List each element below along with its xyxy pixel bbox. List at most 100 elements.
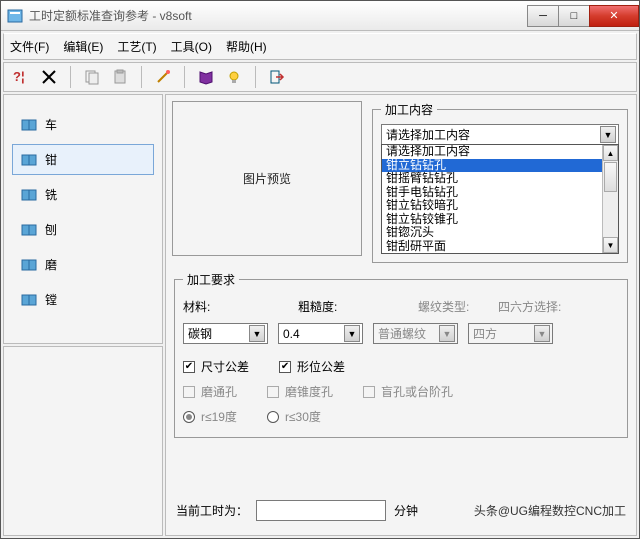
menu-tool[interactable]: 工具(O) [171,38,212,55]
list-item[interactable]: 钳锪沉头 [382,226,618,240]
nav-item-label: 磨 [45,256,57,273]
content-listbox[interactable]: 请选择加工内容钳立钻钻孔钳摇臂钻钻孔钳手电钻钻孔钳立钻铰暗孔钳立钻铰锥孔钳锪沉头… [381,144,619,254]
taper-hole-label: 磨锥度孔 [285,383,333,400]
book-icon [21,222,37,238]
wand-icon[interactable] [152,66,174,88]
square-combo: 四方 ▼ [468,323,553,344]
roughness-value: 0.4 [283,327,300,341]
content-fieldset: 加工内容 请选择加工内容 ▼ 请选择加工内容钳立钻钻孔钳摇臂钻钻孔钳手电钻钻孔钳… [372,101,628,263]
delete-icon[interactable] [38,66,60,88]
thread-combo: 普通螺纹 ▼ [373,323,458,344]
nav-item-0[interactable]: 车 [12,109,154,140]
chevron-down-icon: ▼ [344,325,360,342]
paste-icon[interactable] [109,66,131,88]
chevron-down-icon: ▼ [249,325,265,342]
book-icon[interactable] [195,66,217,88]
nav-item-label: 铣 [45,186,57,203]
exit-icon[interactable] [266,66,288,88]
nav-item-label: 车 [45,116,57,133]
body: 车钳铣刨磨镗 图片预览 加工内容 请选择加工内容 ▼ 请选择加工内容钳立钻钻孔钳… [1,94,639,538]
material-combo[interactable]: 碳钢 ▼ [183,323,268,344]
size-tolerance-label: 尺寸公差 [201,358,249,375]
menu-edit[interactable]: 编辑(E) [63,38,103,55]
watermark: 头条@UG编程数控CNC加工 [474,502,626,519]
top-row: 图片预览 加工内容 请选择加工内容 ▼ 请选择加工内容钳立钻钻孔钳摇臂钻钻孔钳手… [172,101,630,263]
preview-area: 图片预览 [172,101,362,256]
toolbar: ?¦ [3,62,637,92]
r30-label: r≤30度 [285,408,321,425]
scroll-up-icon[interactable]: ▲ [603,145,618,161]
list-item[interactable]: 钳摇臂钻钻孔 [382,172,618,186]
content-combo-value: 请选择加工内容 [386,126,470,143]
book-icon [21,257,37,273]
chevron-down-icon: ▼ [534,325,550,342]
shape-tolerance-checkbox[interactable]: ✔ [279,361,291,373]
r30-radio [267,411,279,423]
left-column: 车钳铣刨磨镗 [3,94,163,536]
nav-item-label: 刨 [45,221,57,238]
r19-radio [183,411,195,423]
app-window: 工时定额标准查询参考 - v8soft ─ □ ✕ 文件(F) 编辑(E) 工艺… [0,0,640,539]
blind-hole-checkbox [363,386,375,398]
scrollbar[interactable]: ▲ ▼ [602,145,618,253]
list-item[interactable]: 钳立钻铰暗孔 [382,199,618,213]
chevron-down-icon: ▼ [439,325,455,342]
right-panel: 图片预览 加工内容 请选择加工内容 ▼ 请选择加工内容钳立钻钻孔钳摇臂钻钻孔钳手… [165,94,637,536]
requirements-fieldset: 加工要求 材料: 粗糙度: 螺纹类型: 四六方选择: 碳钢 ▼ 0.4 [174,271,628,438]
current-time-input[interactable] [256,500,386,521]
window-title: 工时定额标准查询参考 - v8soft [29,7,528,24]
menu-help[interactable]: 帮助(H) [226,38,267,55]
requirements-legend: 加工要求 [183,271,239,288]
list-item[interactable]: 钳立钻铰锥孔 [382,213,618,227]
toolbar-separator [184,66,185,88]
content-combo[interactable]: 请选择加工内容 ▼ [381,124,619,145]
list-item[interactable]: 请选择加工内容 [382,145,618,159]
nav-item-label: 镗 [45,291,57,308]
through-hole-label: 磨通孔 [201,383,237,400]
minimize-button[interactable]: ─ [527,5,559,27]
toolbar-separator [70,66,71,88]
list-item[interactable]: 钳刮研平面 [382,240,618,254]
book-icon [21,292,37,308]
bottom-bar: 当前工时为： 分钟 头条@UG编程数控CNC加工 [172,488,630,529]
window-buttons: ─ □ ✕ [528,5,639,27]
nav-item-3[interactable]: 刨 [12,214,154,245]
maximize-button[interactable]: □ [558,5,590,27]
shape-tolerance-label: 形位公差 [297,358,345,375]
scroll-down-icon[interactable]: ▼ [603,237,618,253]
help-icon[interactable]: ?¦ [10,66,32,88]
toolbar-separator [141,66,142,88]
menu-file[interactable]: 文件(F) [10,38,49,55]
bottom-left-panel [3,346,163,536]
nav-item-2[interactable]: 铣 [12,179,154,210]
content-legend: 加工内容 [381,101,437,118]
book-icon [21,187,37,203]
list-item[interactable]: 钳立钻钻孔 [382,159,618,173]
nav-item-1[interactable]: 钳 [12,144,154,175]
blind-hole-label: 盲孔或台阶孔 [381,383,453,400]
r19-label: r≤19度 [201,408,237,425]
nav-item-4[interactable]: 磨 [12,249,154,280]
book-icon [21,152,37,168]
app-icon [7,8,23,24]
menubar: 文件(F) 编辑(E) 工艺(T) 工具(O) 帮助(H) [3,33,637,60]
material-label: 材料: [183,298,223,315]
current-time-label: 当前工时为： [176,502,248,519]
bulb-icon[interactable] [223,66,245,88]
toolbar-separator [255,66,256,88]
roughness-combo[interactable]: 0.4 ▼ [278,323,363,344]
copy-icon[interactable] [81,66,103,88]
preview-label: 图片预览 [243,170,291,187]
material-value: 碳钢 [188,325,212,342]
close-button[interactable]: ✕ [589,5,639,27]
menu-tech[interactable]: 工艺(T) [117,38,156,55]
square-value: 四方 [473,325,497,342]
size-tolerance-checkbox[interactable]: ✔ [183,361,195,373]
scroll-thumb[interactable] [604,162,617,192]
unit-label: 分钟 [394,502,418,519]
book-icon [21,117,37,133]
nav-item-label: 钳 [45,151,57,168]
nav-item-5[interactable]: 镗 [12,284,154,315]
list-item[interactable]: 钳手电钻钻孔 [382,186,618,200]
nav-panel: 车钳铣刨磨镗 [3,94,163,344]
